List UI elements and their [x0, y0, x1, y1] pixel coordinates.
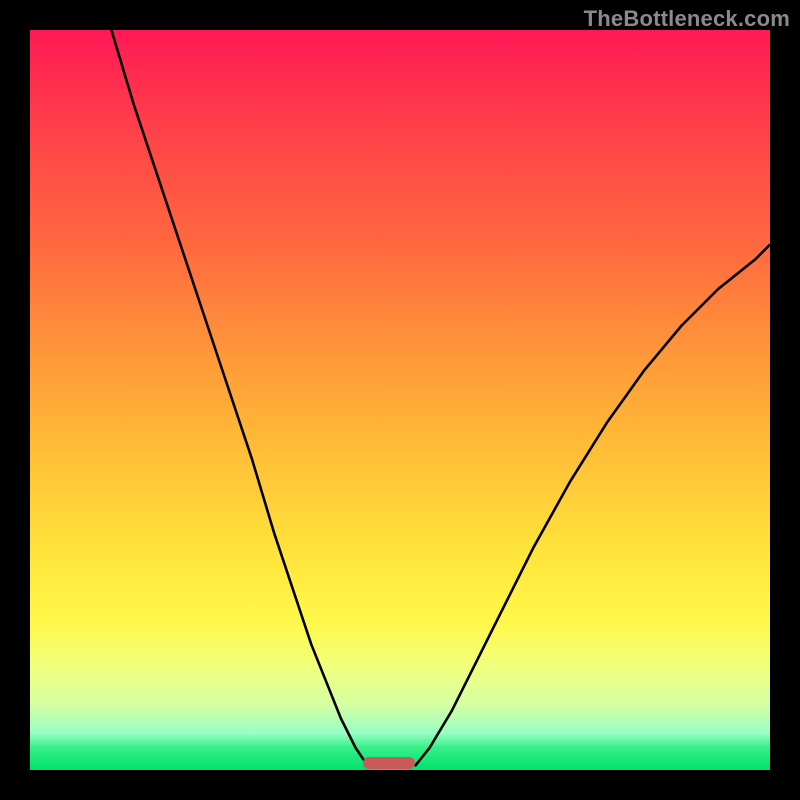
- bottleneck-marker: [363, 757, 415, 769]
- chart-frame: TheBottleneck.com: [0, 0, 800, 800]
- right-branch-curve: [415, 245, 770, 767]
- plot-area: [30, 30, 770, 770]
- watermark-text: TheBottleneck.com: [584, 6, 790, 32]
- left-branch-curve: [111, 30, 370, 766]
- curve-layer: [30, 30, 770, 770]
